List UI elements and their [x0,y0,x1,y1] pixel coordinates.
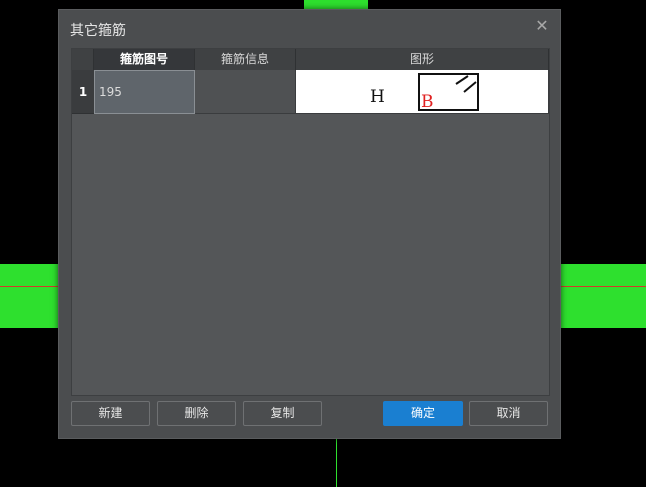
cell-stirrup-info[interactable] [195,70,296,114]
cell-stirrup-shape[interactable]: H B [296,70,549,114]
stirrup-table: 箍筋图号 箍筋信息 图形 1 195 H B [71,48,550,396]
hook-line-1 [455,75,469,85]
header-stirrup-info[interactable]: 箍筋信息 [195,49,296,70]
other-stirrup-dialog: 其它箍筋 ✕ 箍筋图号 箍筋信息 图形 1 195 H B 新建 删除 复制 确… [58,9,561,439]
ok-button[interactable]: 确定 [383,401,463,426]
row-number[interactable]: 1 [72,70,94,114]
shape-label-b: B [421,92,434,112]
hook-line-2 [463,81,477,93]
cancel-button[interactable]: 取消 [469,401,548,426]
header-stirrup-code[interactable]: 箍筋图号 [94,49,195,70]
stirrup-shape-drawing: H B [370,73,479,112]
copy-button[interactable]: 复制 [243,401,322,426]
new-button[interactable]: 新建 [71,401,150,426]
dialog-title: 其它箍筋 [70,23,126,39]
cell-stirrup-code[interactable]: 195 [94,70,195,114]
header-shape[interactable]: 图形 [296,49,549,70]
table-corner [72,49,94,70]
shape-label-h: H [370,87,385,107]
close-icon[interactable]: ✕ [534,18,550,34]
delete-button[interactable]: 删除 [157,401,236,426]
